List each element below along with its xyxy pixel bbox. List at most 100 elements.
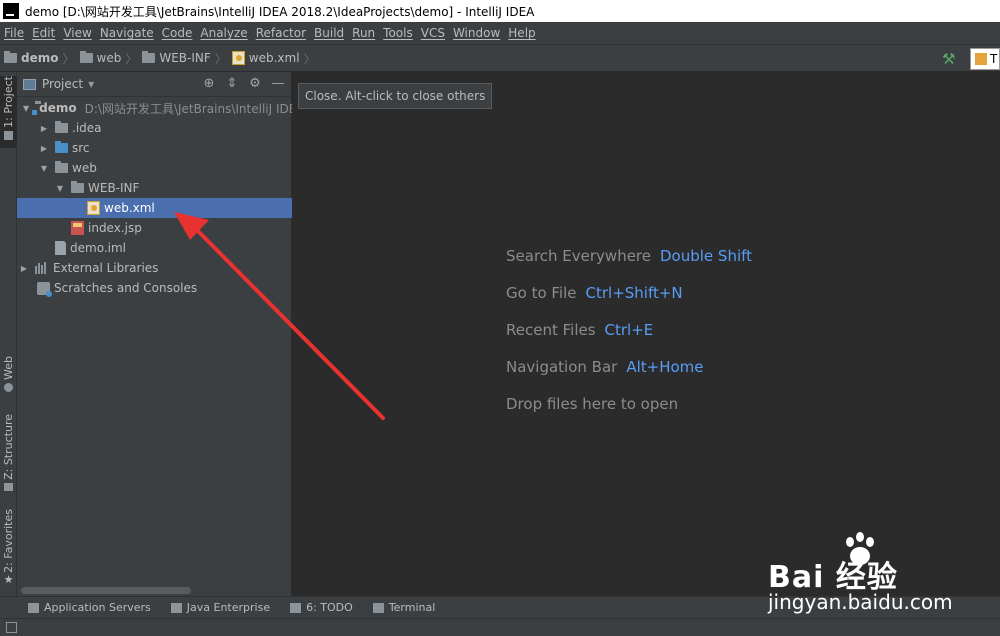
toolbar-right: ⚒ T <box>942 48 1000 70</box>
tab-todo[interactable]: 6: TODO <box>290 601 353 614</box>
chevron-down-icon[interactable]: ▼ <box>88 80 94 89</box>
scratches-icon <box>37 281 52 297</box>
left-tool-strip: 1: Project Web Z: Structure 2: Favorites… <box>0 72 17 596</box>
tree-item-idea[interactable]: ▶ .idea <box>17 118 292 138</box>
project-view-selector[interactable]: Project <box>42 77 83 91</box>
todo-icon <box>290 602 302 613</box>
scroll-from-source-icon[interactable]: ⊕ <box>202 77 216 91</box>
tree-item-label: src <box>72 141 90 155</box>
collapse-all-icon[interactable]: ⇕ <box>225 77 239 91</box>
xml-file-icon <box>231 51 245 65</box>
folder-icon <box>4 130 13 140</box>
iml-file-icon <box>55 241 66 255</box>
tab-favorites[interactable]: 2: Favorites ★ <box>0 509 17 587</box>
breadcrumb-separator: 〉 <box>62 51 75 66</box>
module-path: D:\网站开发工具\JetBrains\IntelliJ IDEA <box>84 101 292 116</box>
tab-structure[interactable]: Z: Structure <box>0 414 17 494</box>
horizontal-scrollbar[interactable] <box>21 587 191 594</box>
collapsed-arrow-icon[interactable]: ▶ <box>39 124 49 133</box>
menu-navigate[interactable]: Navigate <box>96 26 158 40</box>
globe-icon <box>4 382 13 392</box>
tab-web[interactable]: Web <box>0 356 17 404</box>
collapsed-arrow-icon[interactable]: ▶ <box>19 264 29 273</box>
expanded-arrow-icon[interactable]: ▼ <box>39 164 49 173</box>
tree-item-label: Scratches and Consoles <box>54 281 198 295</box>
bottom-tab-label: 6: TODO <box>306 601 353 614</box>
tree-item-web-xml[interactable]: web.xml <box>17 198 292 218</box>
run-configuration-selector[interactable]: T <box>970 48 1000 70</box>
tree-item-scratches[interactable]: Scratches and Consoles <box>17 278 292 298</box>
menu-help[interactable]: Help <box>504 26 539 40</box>
menu-build[interactable]: Build <box>310 26 348 40</box>
menu-refactor[interactable]: Refactor <box>252 26 310 40</box>
menu-view[interactable]: View <box>59 26 95 40</box>
tab-favorites-label: 2: Favorites <box>2 509 15 573</box>
tab-web-label: Web <box>2 356 15 380</box>
jsp-file-icon <box>71 221 84 235</box>
servers-icon <box>28 602 39 613</box>
breadcrumb-web[interactable]: web <box>76 51 125 65</box>
folder-icon <box>71 181 84 193</box>
tab-application-servers[interactable]: Application Servers <box>28 601 151 614</box>
editor-area: Close. Alt-click to close others Search … <box>292 72 1000 596</box>
folder-icon <box>55 121 68 133</box>
menu-vcs[interactable]: VCS <box>417 26 449 40</box>
hint-recent-files: Recent Files Ctrl+E <box>506 311 752 348</box>
breadcrumb-separator: 〉 <box>303 51 316 66</box>
hint-text: Search Everywhere <box>506 246 651 265</box>
build-hammer-icon[interactable]: ⚒ <box>942 50 960 68</box>
hint-drop-files: Drop files here to open <box>506 385 752 422</box>
tree-item-label: web <box>72 161 97 175</box>
breadcrumb-label: web.xml <box>248 51 300 65</box>
hint-shortcut: Alt+Home <box>626 357 704 376</box>
tree-item-label: demo.iml <box>70 241 126 255</box>
window-title: demo [D:\网站开发工具\JetBrains\IntelliJ IDEA … <box>25 4 535 19</box>
window-title-bar: demo [D:\网站开发工具\JetBrains\IntelliJ IDEA … <box>0 0 1000 22</box>
breadcrumb-demo[interactable]: demo <box>0 51 61 65</box>
source-folder-icon <box>55 141 68 153</box>
tree-item-label: WEB-INF <box>88 181 140 195</box>
folder-icon <box>55 161 68 173</box>
tree-item-external-libraries[interactable]: ▶ External Libraries <box>17 258 292 278</box>
hint-navigation-bar: Navigation Bar Alt+Home <box>506 348 752 385</box>
menu-edit[interactable]: Edit <box>28 26 59 40</box>
tab-java-enterprise[interactable]: Java Enterprise <box>170 601 271 614</box>
menu-window[interactable]: Window <box>449 26 504 40</box>
tree-item-index-jsp[interactable]: index.jsp <box>17 218 292 238</box>
gear-icon[interactable]: ⚙ <box>248 77 262 91</box>
navigation-bar: demo 〉 web 〉 WEB-INF 〉 web.xml 〉 ⚒ T <box>0 44 1000 72</box>
menu-file[interactable]: File <box>0 26 28 40</box>
library-icon <box>35 262 49 274</box>
tab-project[interactable]: 1: Project <box>0 76 17 148</box>
tree-item-demo[interactable]: ▼ demo D:\网站开发工具\JetBrains\IntelliJ IDEA <box>17 98 292 118</box>
folder-icon <box>79 51 93 63</box>
tree-item-label: .idea <box>72 121 102 135</box>
tree-item-label: index.jsp <box>88 221 142 235</box>
breadcrumb-web-xml[interactable]: web.xml <box>228 51 303 65</box>
tree-item-web-inf[interactable]: ▼ WEB-INF <box>17 178 292 198</box>
breadcrumb-label: web <box>96 51 122 65</box>
hide-panel-icon[interactable]: — <box>271 77 285 91</box>
expanded-arrow-icon[interactable]: ▼ <box>55 184 65 193</box>
bottom-tab-label: Application Servers <box>44 601 151 614</box>
star-icon: ★ <box>3 572 14 586</box>
tab-terminal[interactable]: Terminal <box>372 601 435 614</box>
bottom-tab-label: Java Enterprise <box>186 601 271 614</box>
run-config-label: T <box>990 52 998 66</box>
tree-item-src[interactable]: ▶ src <box>17 138 292 158</box>
expanded-arrow-icon[interactable]: ▼ <box>23 104 29 113</box>
watermark-site: jingyan.baidu.com <box>768 590 953 614</box>
menu-code[interactable]: Code <box>158 26 197 40</box>
menu-run[interactable]: Run <box>348 26 379 40</box>
menu-bar: File Edit View Navigate Code Analyze Ref… <box>0 22 1000 44</box>
project-panel-tools: ⊕ ⇕ ⚙ — <box>202 77 285 91</box>
breadcrumb-separator: 〉 <box>214 51 227 66</box>
toggle-tool-windows-icon[interactable] <box>6 622 17 633</box>
tomcat-icon <box>975 53 987 65</box>
tree-item-web[interactable]: ▼ web <box>17 158 292 178</box>
tree-item-demo-iml[interactable]: demo.iml <box>17 238 292 258</box>
menu-analyze[interactable]: Analyze <box>196 26 251 40</box>
menu-tools[interactable]: Tools <box>379 26 417 40</box>
breadcrumb-web-inf[interactable]: WEB-INF <box>138 51 213 65</box>
collapsed-arrow-icon[interactable]: ▶ <box>39 144 49 153</box>
